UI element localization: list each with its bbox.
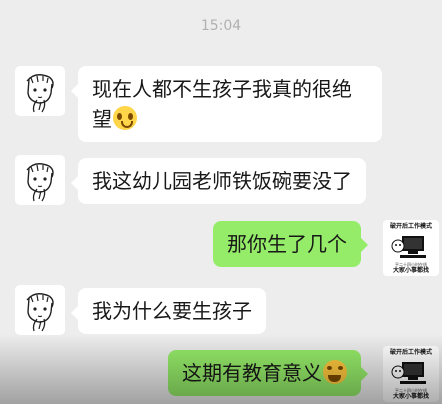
message-bubble-outgoing[interactable]: 这期有教育意义 <box>168 350 368 396</box>
meme-pc-icon <box>391 362 426 384</box>
message-bubble-incoming[interactable]: 现在人都不生孩子我真的很绝望 <box>71 66 382 142</box>
message-text: 这期有教育意义 <box>182 361 322 385</box>
contact-avatar[interactable] <box>15 66 65 116</box>
message-bubble-outgoing[interactable]: 那你生了几个 <box>213 221 368 267</box>
avatar-caption-bottom: 大家小事都找 <box>392 393 429 400</box>
self-avatar[interactable]: 破开后工作模式 平二十四小时在线 大家小事都找 <box>383 346 439 402</box>
avatar-caption-top: 破开后工作模式 <box>389 223 432 230</box>
avatar-caption-bottom: 大家小事都找 <box>392 267 429 274</box>
contact-avatar[interactable] <box>15 155 65 205</box>
flushed-face-emoji-icon <box>113 106 137 130</box>
doodle-boy-icon <box>26 74 54 113</box>
doodle-boy-icon <box>26 293 54 332</box>
message-text: 我为什么要生孩子 <box>92 299 252 323</box>
laughing-tears-emoji-icon <box>323 360 347 384</box>
message-text: 那你生了几个 <box>227 232 347 256</box>
message-text: 我这幼儿园老师铁饭碗要没了 <box>92 169 352 193</box>
message-bubble-incoming[interactable]: 我这幼儿园老师铁饭碗要没了 <box>71 158 366 204</box>
message-bubble-incoming[interactable]: 我为什么要生孩子 <box>71 288 266 334</box>
message-timestamp: 15:04 <box>200 18 242 34</box>
contact-avatar[interactable] <box>15 285 65 335</box>
self-avatar[interactable]: 破开后工作模式 平二十四小时在线 大家小事都找 <box>383 220 439 276</box>
avatar-caption-top: 破开后工作模式 <box>389 349 432 356</box>
meme-pc-icon <box>391 236 426 258</box>
doodle-boy-icon <box>26 163 54 202</box>
chat-view: 15:04 现在人都不生孩子我真的很绝望 我这幼儿园老师铁饭碗要没了 那你生了几… <box>0 0 442 404</box>
